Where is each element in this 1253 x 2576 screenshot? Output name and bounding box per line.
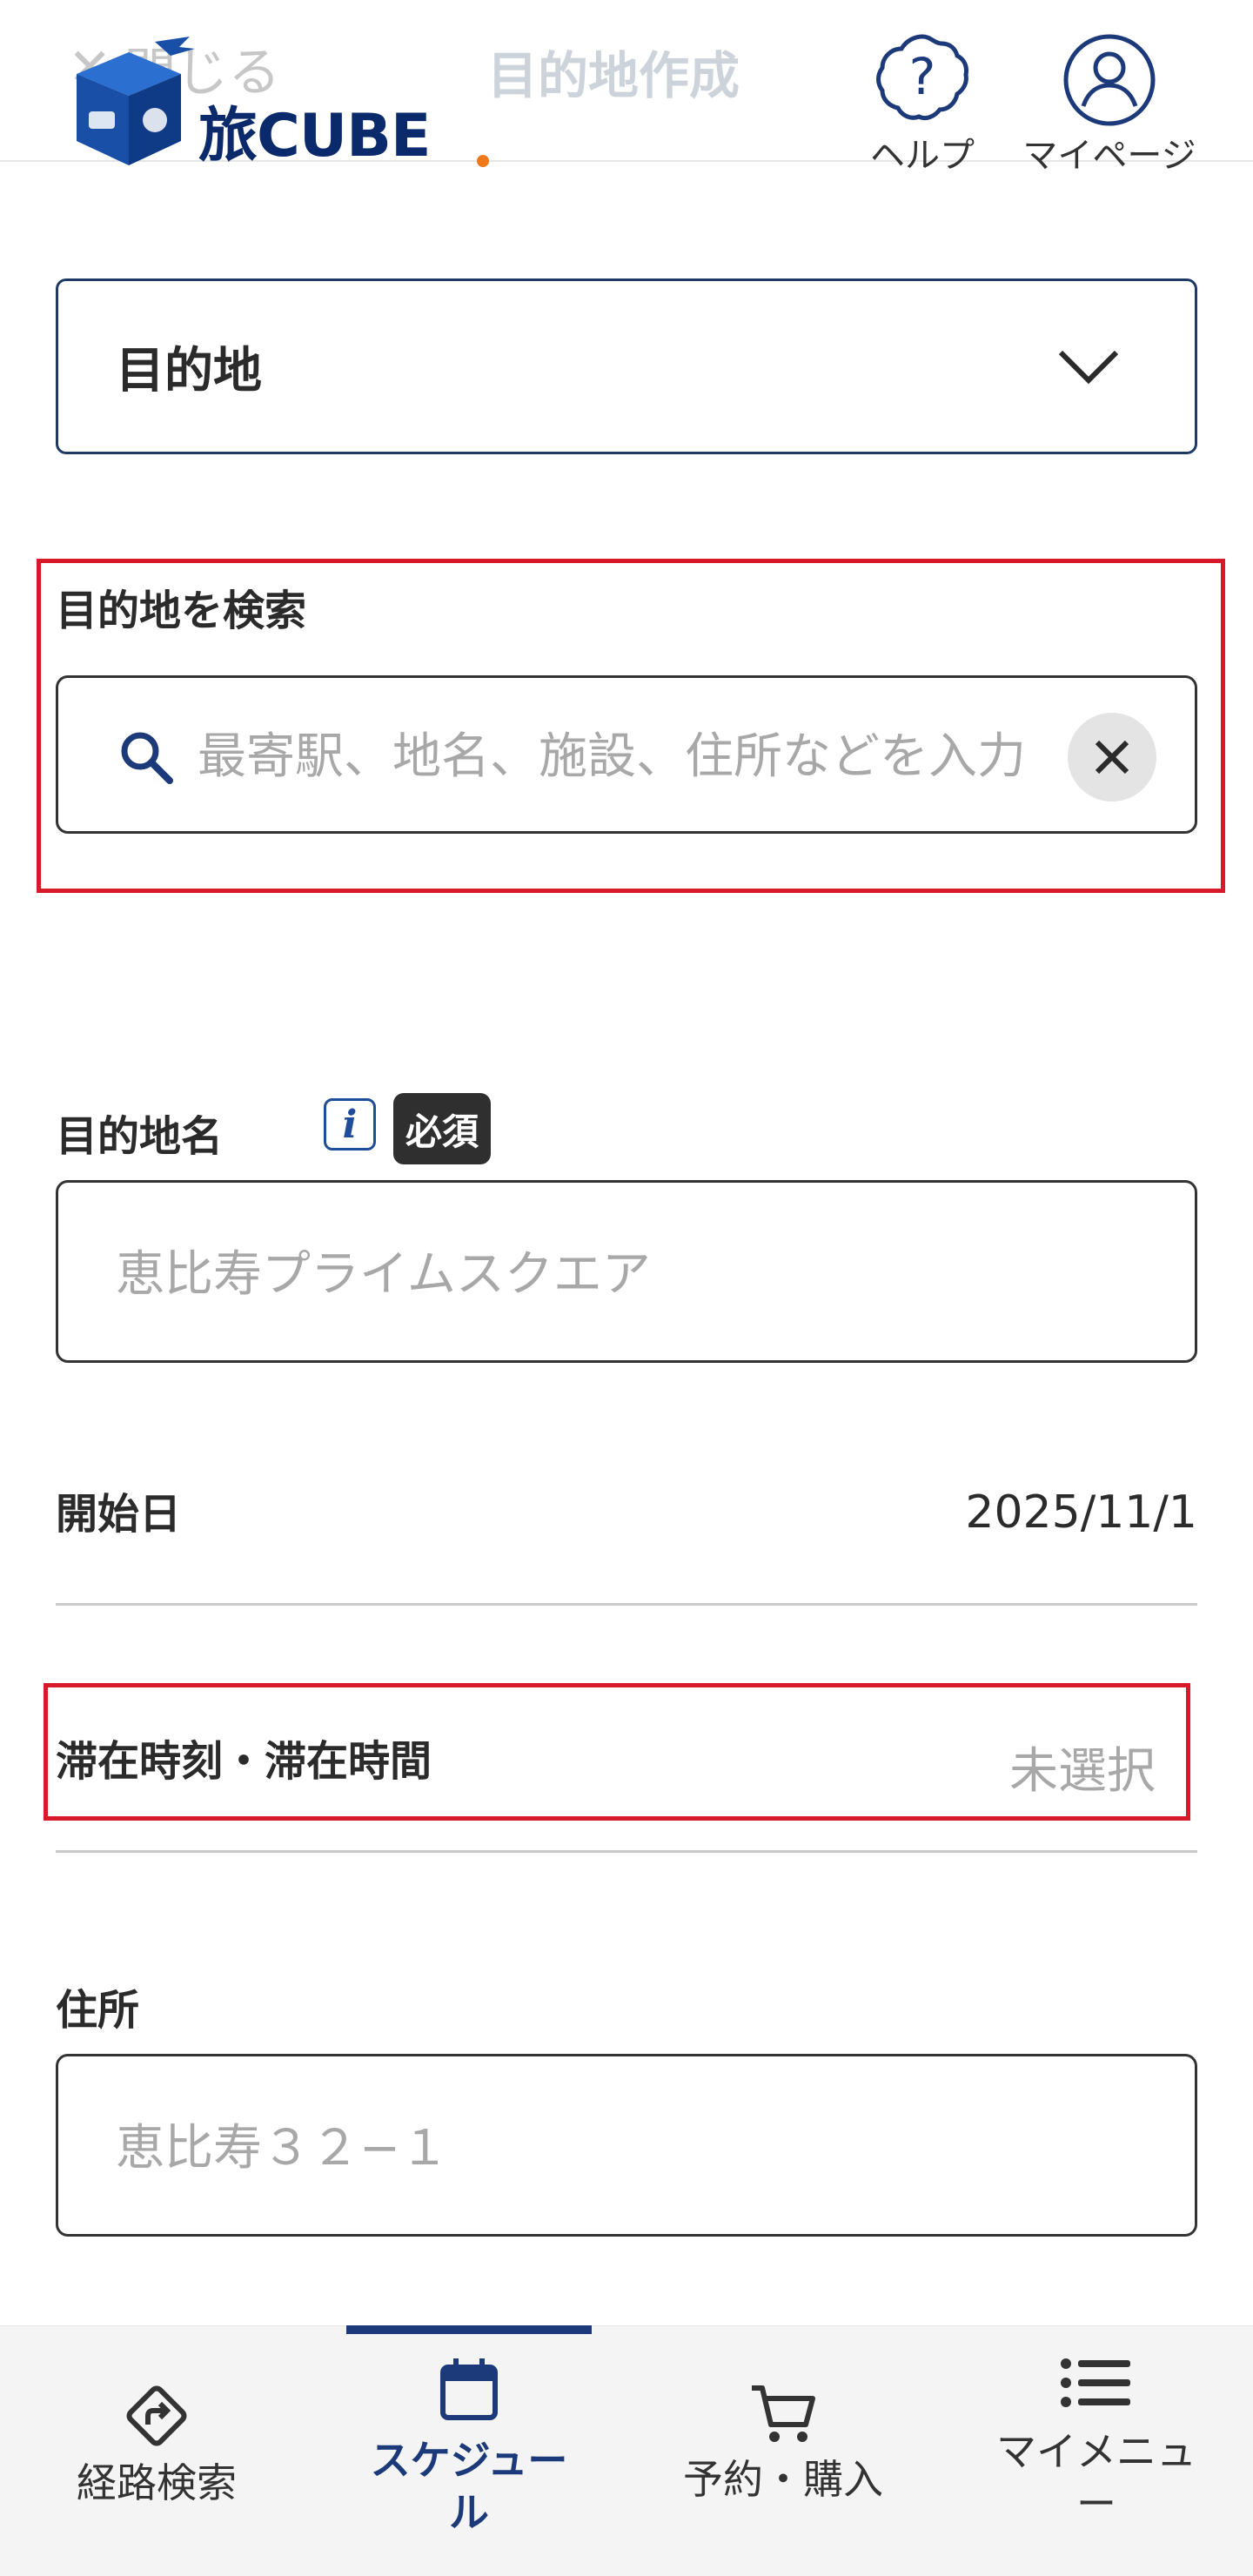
help-label: ヘルプ: [870, 136, 975, 176]
stay-time-value: 未選択: [1009, 1743, 1156, 1800]
required-badge: 必須: [393, 1093, 491, 1164]
start-date-value: 2025/11/1: [965, 1486, 1197, 1539]
route-sign-icon: [126, 2385, 187, 2446]
nav-booking-tab[interactable]: 予約・購入: [661, 2325, 905, 2576]
nav-route-search[interactable]: [35, 0, 278, 251]
svg-text:?: ?: [909, 47, 936, 106]
info-icon[interactable]: i: [324, 1098, 376, 1150]
nav-label: スケジュール: [370, 2437, 568, 2536]
search-icon: [121, 732, 173, 784]
search-input[interactable]: [198, 704, 1102, 808]
destination-type-select[interactable]: 目的地: [56, 278, 1197, 454]
close-icon: [1095, 740, 1129, 775]
user-avatar-icon: [1063, 34, 1156, 126]
mypage-label: マイページ: [1022, 136, 1196, 176]
cart-icon: [752, 2385, 815, 2442]
logo-dot: [477, 155, 489, 167]
stay-time-label: 滞在時刻・滞在時間: [56, 1737, 432, 1786]
destination-name-field[interactable]: [56, 1180, 1197, 1363]
clear-search-button[interactable]: [1068, 713, 1156, 802]
calendar-icon: [440, 2358, 498, 2420]
nav-label: 予約・購入: [683, 2456, 883, 2503]
mypage-button[interactable]: マイページ: [1022, 31, 1196, 176]
nav-mymenu-tab[interactable]: マイメニュー: [975, 2325, 1218, 2576]
chevron-down-icon: [1058, 350, 1119, 385]
search-label: 目的地を検索: [56, 587, 307, 635]
start-date-label: 開始日: [56, 1490, 182, 1539]
nav-label: 経路検索: [77, 2459, 237, 2506]
destination-name-input[interactable]: [116, 1218, 1142, 1331]
divider: [56, 1603, 1197, 1606]
page-title: 目的地作成: [487, 46, 740, 105]
nav-label: マイメニュー: [996, 2428, 1196, 2527]
address-input[interactable]: [116, 2091, 1142, 2204]
divider: [56, 1850, 1197, 1853]
destination-name-label: 目的地名: [56, 1112, 224, 1161]
nav-route-search-tab[interactable]: 経路検索: [35, 2325, 278, 2576]
search-field[interactable]: [56, 675, 1197, 834]
destination-type-value: 目的地: [116, 342, 262, 399]
address-label: 住所: [56, 1986, 140, 2035]
help-icon: ?: [876, 34, 968, 121]
address-field[interactable]: [56, 2054, 1197, 2237]
help-button[interactable]: ? ヘルプ: [835, 31, 1009, 176]
menu-list-icon: [1061, 2358, 1130, 2407]
nav-schedule-tab[interactable]: スケジュール: [346, 2325, 592, 2576]
